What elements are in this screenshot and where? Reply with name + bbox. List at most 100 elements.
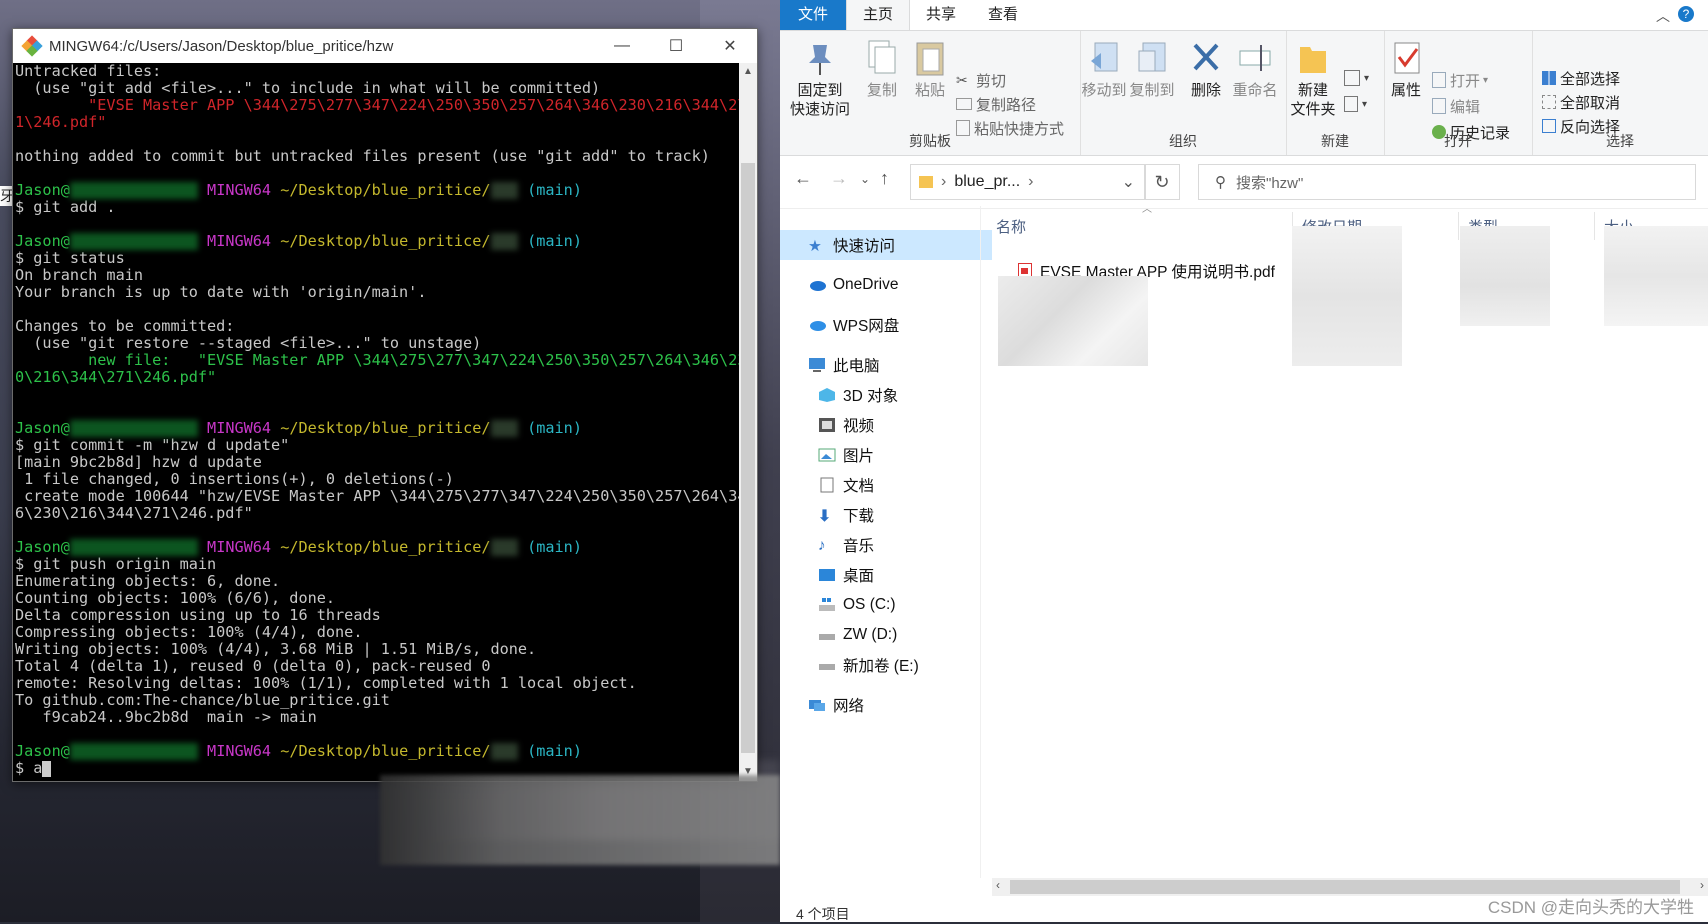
term-line: Your branch is up to date with 'origin/m… [15,283,427,301]
minimize-button[interactable]: — [595,29,649,63]
term-line: 6\230\216\344\271\246.pdf" [15,504,253,522]
open-button[interactable]: 打开 ▾ [1432,69,1488,91]
nav-drive-e[interactable]: 新加卷 (E:) [818,650,919,680]
recent-dropdown-icon[interactable]: ⌄ [860,172,870,186]
nav-label: 桌面 [843,568,875,585]
move-to-button[interactable]: 移动到 [1080,39,1128,100]
term-prompt: Jason@xxxxxxxxxxxxxx MINGW64 ~/Desktop/b… [13,539,739,556]
help-icon[interactable]: ? [1678,6,1694,22]
pin-quick-access-button[interactable]: 固定到 快速访问 [788,39,852,119]
copy-path-button[interactable]: 复制路径 [956,93,1036,115]
refresh-icon[interactable]: ↻ [1144,164,1180,200]
drive-icon [818,657,836,673]
term-prompt: Jason@xxxxxxxxxxxxxx MINGW64 ~/Desktop/b… [13,420,739,437]
paste-button[interactable]: 粘贴 [908,39,952,100]
close-button[interactable]: ✕ [703,29,757,63]
term-line: Untracked files: [15,63,162,80]
cut-button[interactable]: ✂ 剪切 [956,69,1006,91]
properties-button[interactable]: 属性 [1386,39,1426,100]
tab-file[interactable]: 文件 [780,0,847,30]
nav-quick-access[interactable]: ★ 快速访问 [808,230,895,260]
term-line: $ git add . [15,198,116,216]
new-folder-button[interactable]: 新建 文件夹 [1288,39,1338,119]
nav-documents[interactable]: 文档 [818,470,874,500]
nav-wps[interactable]: WPS网盘 [808,310,899,340]
terminal-titlebar[interactable]: MINGW64:/c/Users/Jason/Desktop/blue_prit… [13,29,757,63]
delete-button[interactable]: 删除 [1184,39,1228,100]
file-explorer-window[interactable]: 文件 主页 共享 查看 ︿ ? 固定到 快速访问 复制 粘贴 ✂ 剪切 复制路径 … [780,0,1708,922]
maximize-button[interactable]: ☐ [649,29,703,63]
watermark: CSDN @走向头秃的大学牲 [1487,898,1694,917]
paste-label: 粘贴 [914,82,945,99]
git-bash-icon [21,35,43,57]
prompt-host: MINGW64 [207,181,272,199]
text-cursor [42,760,52,777]
nav-videos[interactable]: 视频 [818,410,874,440]
terminal-window[interactable]: MINGW64:/c/Users/Jason/Desktop/blue_prit… [12,28,758,782]
address-sep: › [941,173,947,190]
nav-drive-d[interactable]: ZW (D:) [818,620,897,650]
tab-share[interactable]: 共享 [910,0,972,30]
mosaic-redaction [1460,226,1550,326]
prompt-input[interactable]: $ a [15,759,42,777]
nav-label: 视频 [843,418,875,435]
prompt-host: MINGW64 [207,742,272,760]
prompt-user: Jason@ [15,181,70,199]
terminal-output[interactable]: Untracked files: (use "git add <file>...… [13,63,739,781]
scrollbar-thumb[interactable] [741,163,755,753]
nav-pictures[interactable]: 图片 [818,440,874,470]
tab-home[interactable]: 主页 [846,0,911,30]
search-box[interactable]: ⚲ 搜索"hzw" [1198,164,1696,200]
term-line: $ git commit -m "hzw d update" [15,436,290,454]
nav-label: 新加卷 (E:) [843,658,919,675]
scroll-right-icon[interactable]: › [1700,878,1704,892]
star-icon: ★ [808,238,822,255]
term-line: Compressing objects: 100% (4/4), done. [15,623,363,641]
collapse-ribbon-icon[interactable]: ︿ [1656,6,1670,26]
prompt-path: ~/Desktop/blue_pritice/ [271,232,491,250]
nav-3d-objects[interactable]: 3D 对象 [818,380,898,410]
select-none-button[interactable]: 全部取消 [1542,91,1620,113]
up-icon[interactable]: ↑ [880,168,889,189]
copy-to-button[interactable]: 复制到 [1128,39,1176,100]
prompt-user: Jason@ [15,232,70,250]
network-icon [808,697,826,713]
scroll-up-icon[interactable]: ▲ [739,63,757,81]
easy-access-button[interactable]: ▾ [1344,93,1367,115]
redacted-host: xxxxxxxxxxxxxx [69,420,198,437]
nav-onedrive[interactable]: OneDrive [808,270,898,300]
file-list[interactable]: ︿ 名称 修改日期 类型 大小 EVSE Master APP 使用说明书.pd… [992,204,1708,886]
forward-icon[interactable]: → [830,168,848,189]
nav-music[interactable]: ♪ 音乐 [818,530,874,560]
drive-icon [818,627,836,643]
terminal-scrollbar[interactable]: ▲ ▼ [739,63,757,781]
nav-this-pc[interactable]: 此电脑 [808,350,880,380]
video-icon [818,417,836,433]
nav-drive-c[interactable]: OS (C:) [818,590,896,620]
rename-button[interactable]: 重命名 [1230,39,1280,100]
navigation-pane: ★ 快速访问 OneDrive WPS网盘 此电脑 3D 对象 视频 图片 文档 … [780,206,992,886]
address-dropdown-icon[interactable]: ⌄ [1122,172,1135,192]
nav-label: 此电脑 [833,358,880,375]
edit-button[interactable]: 编辑 [1432,95,1480,117]
term-line: "EVSE Master APP \344\275\277\347\224\25… [15,96,739,114]
redacted-host: xxxxxxxxxxxxxx [69,539,198,556]
tab-view[interactable]: 查看 [972,0,1034,30]
scrollbar-thumb[interactable] [1010,880,1680,894]
folder-icon [919,176,933,188]
address-sep: › [1028,173,1034,190]
redacted-host: xxxxxxxxxxxxxx [69,182,198,199]
nav-downloads[interactable]: ⬇ 下载 [818,500,874,530]
back-icon[interactable]: ← [794,168,812,189]
select-all-button[interactable]: 全部选择 [1542,67,1620,89]
nav-desktop[interactable]: 桌面 [818,560,874,590]
address-box[interactable]: › blue_pr... › ⌄ [910,164,1146,200]
scroll-left-icon[interactable]: ‹ [996,878,1000,892]
nav-network[interactable]: 网络 [808,690,864,720]
redacted-dir: xxx [490,420,518,437]
copy-button[interactable]: 复制 [860,39,904,100]
prompt-user: Jason@ [15,742,70,760]
new-item-button[interactable]: ▾ [1344,67,1369,89]
column-name[interactable]: 名称 [996,216,1026,237]
term-line: new file: "EVSE Master APP \344\275\277\… [15,351,739,369]
